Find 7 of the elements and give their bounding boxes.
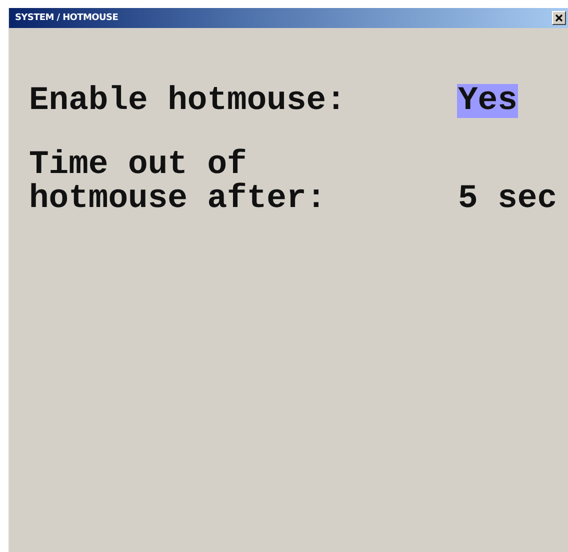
setting-value[interactable]: Yes xyxy=(457,84,518,118)
setting-value[interactable]: 5 sec xyxy=(457,182,558,216)
window-title: SYSTEM / HOTMOUSE xyxy=(15,13,118,23)
setting-label: Enable hotmouse: xyxy=(29,84,347,118)
setting-label: Time out of hotmouse after: xyxy=(29,148,328,216)
close-button[interactable] xyxy=(552,11,566,25)
close-icon xyxy=(555,14,563,22)
